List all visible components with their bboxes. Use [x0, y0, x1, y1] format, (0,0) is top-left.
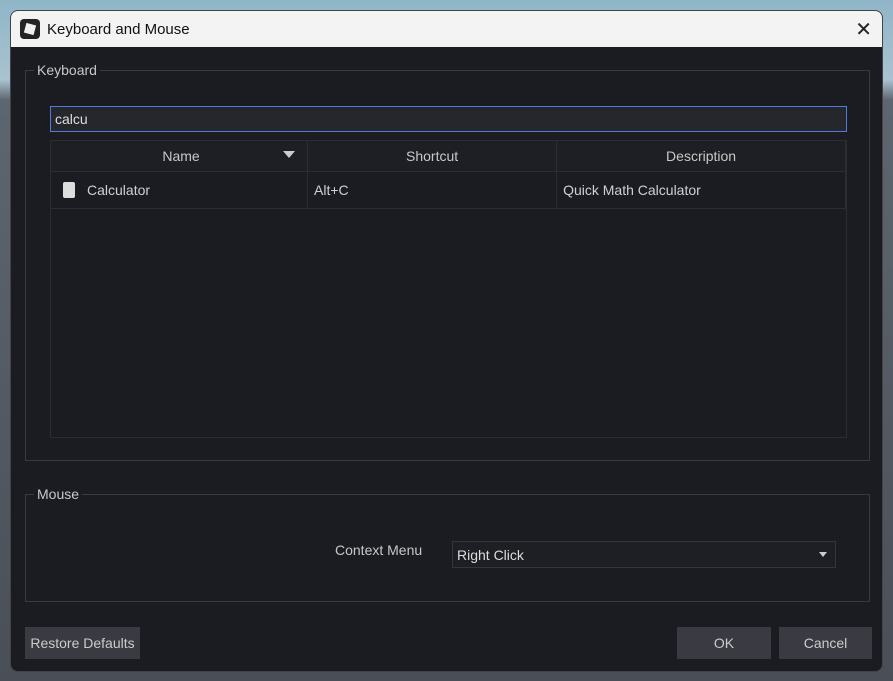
title-bar: Keyboard and Mouse ✕ [11, 11, 882, 47]
keyboard-mouse-dialog: Keyboard and Mouse ✕ Keyboard Name Short… [10, 10, 883, 672]
column-label: Description [666, 148, 737, 164]
column-header-description[interactable]: Description [557, 141, 847, 171]
chevron-down-icon [819, 552, 827, 557]
shortcut-table: Name Shortcut Description Calculator Alt… [50, 140, 847, 438]
select-value: Right Click [457, 547, 524, 563]
app-logo-icon [20, 19, 40, 39]
restore-defaults-button[interactable]: Restore Defaults [25, 627, 140, 659]
cell-shortcut: Alt+C [314, 182, 349, 198]
mouse-legend: Mouse [34, 486, 83, 502]
context-menu-select[interactable]: Right Click [452, 541, 836, 568]
cell-description: Quick Math Calculator [563, 182, 701, 198]
cancel-button[interactable]: Cancel [779, 627, 872, 659]
window-title: Keyboard and Mouse [47, 20, 190, 38]
table-row[interactable]: Calculator Alt+C Quick Math Calculator [51, 172, 846, 209]
column-label: Shortcut [406, 148, 459, 164]
shortcut-search-input[interactable] [50, 106, 847, 132]
context-menu-label: Context Menu [335, 542, 423, 558]
keyboard-legend: Keyboard [34, 62, 100, 78]
ok-button[interactable]: OK [677, 627, 771, 659]
close-icon[interactable]: ✕ [855, 17, 872, 42]
calculator-icon [63, 182, 75, 198]
sort-descending-icon [283, 151, 296, 158]
column-header-name[interactable]: Name [55, 141, 309, 171]
column-header-shortcut[interactable]: Shortcut [308, 141, 558, 171]
column-label: Name [162, 148, 200, 164]
table-header: Name Shortcut Description [51, 141, 847, 172]
cell-name: Calculator [87, 182, 151, 198]
